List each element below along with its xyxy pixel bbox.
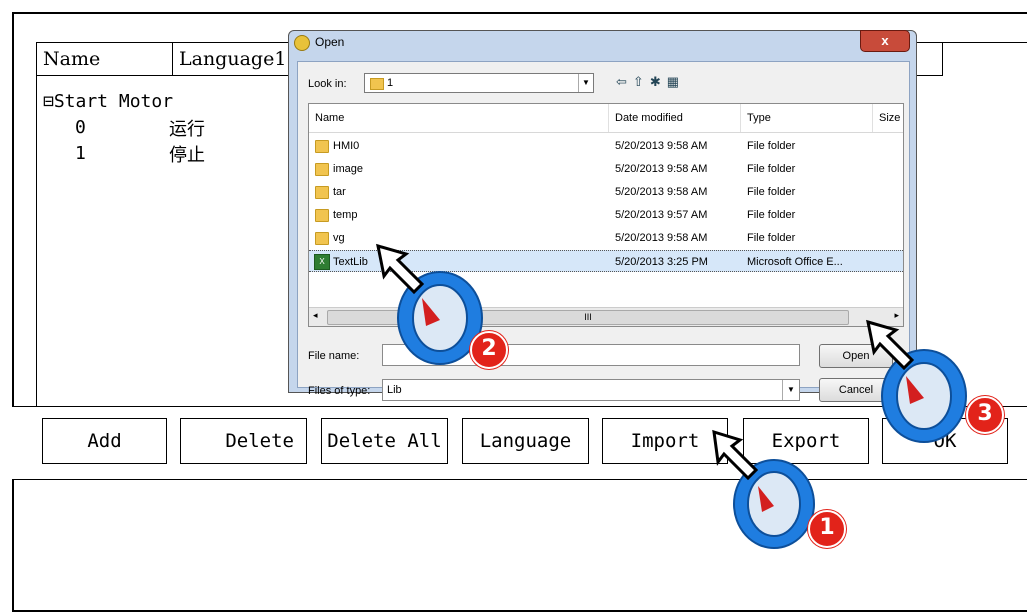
language-button[interactable]: Language	[462, 418, 589, 464]
header-name[interactable]: Name	[309, 104, 609, 132]
file-type: File folder	[747, 140, 796, 152]
files-of-type-value: Lib	[387, 384, 402, 396]
file-date: 5/20/2013 3:25 PM	[615, 256, 708, 268]
file-type: File folder	[747, 209, 796, 221]
chevron-down-icon[interactable]: ▼	[578, 74, 593, 92]
tree-node-start-motor[interactable]: ⊟Start Motor	[43, 91, 173, 112]
folder-icon	[315, 163, 329, 176]
file-name: TextLib	[333, 256, 368, 268]
excel-file-icon: X	[314, 254, 330, 270]
file-type: File folder	[747, 186, 796, 198]
header-size[interactable]: Size	[873, 104, 903, 132]
row-value-0: 0	[75, 117, 86, 138]
look-in-value: 1	[387, 77, 394, 89]
up-folder-icon[interactable]: ⇧	[633, 74, 650, 89]
add-button[interactable]: Add	[42, 418, 167, 464]
file-name: tar	[333, 186, 346, 198]
row-value-1: 1	[75, 143, 86, 164]
step-badge-2: 2	[470, 331, 508, 369]
header-date-modified[interactable]: Date modified	[609, 104, 741, 132]
row-text-1[interactable]: 停止	[169, 141, 205, 167]
files-of-type-label: Files of type:	[308, 385, 371, 397]
file-date: 5/20/2013 9:58 AM	[615, 186, 708, 198]
look-in-select[interactable]: 1 ▼	[364, 73, 594, 93]
header-type[interactable]: Type	[741, 104, 873, 132]
file-type: File folder	[747, 232, 796, 244]
folder-icon	[315, 186, 329, 199]
file-list-header: Name Date modified Type Size	[309, 104, 903, 133]
toolbar-icons: ⇦⇧✱▦	[616, 74, 685, 90]
delete-button[interactable]: Delete	[180, 418, 307, 464]
folder-icon	[315, 140, 329, 153]
folder-icon	[315, 232, 329, 245]
dialog-title: Open	[315, 35, 345, 49]
row-text-0[interactable]: 运行	[169, 115, 205, 141]
file-row[interactable]: HMI0 5/20/2013 9:58 AM File folder	[309, 135, 903, 157]
file-row[interactable]: image 5/20/2013 9:58 AM File folder	[309, 158, 903, 180]
file-type: File folder	[747, 163, 796, 175]
file-row[interactable]: tar 5/20/2013 9:58 AM File folder	[309, 181, 903, 203]
folder-icon	[315, 209, 329, 222]
scroll-left-icon[interactable]: ◂	[313, 310, 318, 321]
file-date: 5/20/2013 9:58 AM	[615, 232, 708, 244]
chevron-down-icon[interactable]: ▼	[782, 380, 799, 400]
file-name: vg	[333, 232, 345, 244]
file-date: 5/20/2013 9:58 AM	[615, 140, 708, 152]
back-icon[interactable]: ⇦	[616, 74, 633, 89]
file-date: 5/20/2013 9:58 AM	[615, 163, 708, 175]
folder-icon	[370, 78, 384, 90]
file-row[interactable]: temp 5/20/2013 9:57 AM File folder	[309, 204, 903, 226]
close-icon[interactable]: x	[860, 30, 910, 52]
column-header-name[interactable]: Name	[37, 43, 173, 76]
look-in-label: Look in:	[308, 78, 347, 90]
new-folder-icon[interactable]: ✱	[650, 74, 667, 89]
step-badge-3: 3	[966, 396, 1004, 434]
file-name: HMI0	[333, 140, 360, 152]
file-name: temp	[333, 209, 358, 221]
column-header-language1[interactable]: Language1	[173, 43, 289, 76]
file-name-label: File name:	[308, 350, 360, 362]
file-date: 5/20/2013 9:57 AM	[615, 209, 708, 221]
file-type: Microsoft Office E...	[747, 256, 843, 268]
dialog-app-icon	[294, 35, 310, 51]
step-badge-1: 1	[808, 510, 846, 548]
files-of-type-select[interactable]: Lib ▼	[382, 379, 800, 401]
file-name: image	[333, 163, 363, 175]
view-menu-icon[interactable]: ▦	[667, 74, 685, 89]
delete-all-button[interactable]: Delete All	[321, 418, 448, 464]
